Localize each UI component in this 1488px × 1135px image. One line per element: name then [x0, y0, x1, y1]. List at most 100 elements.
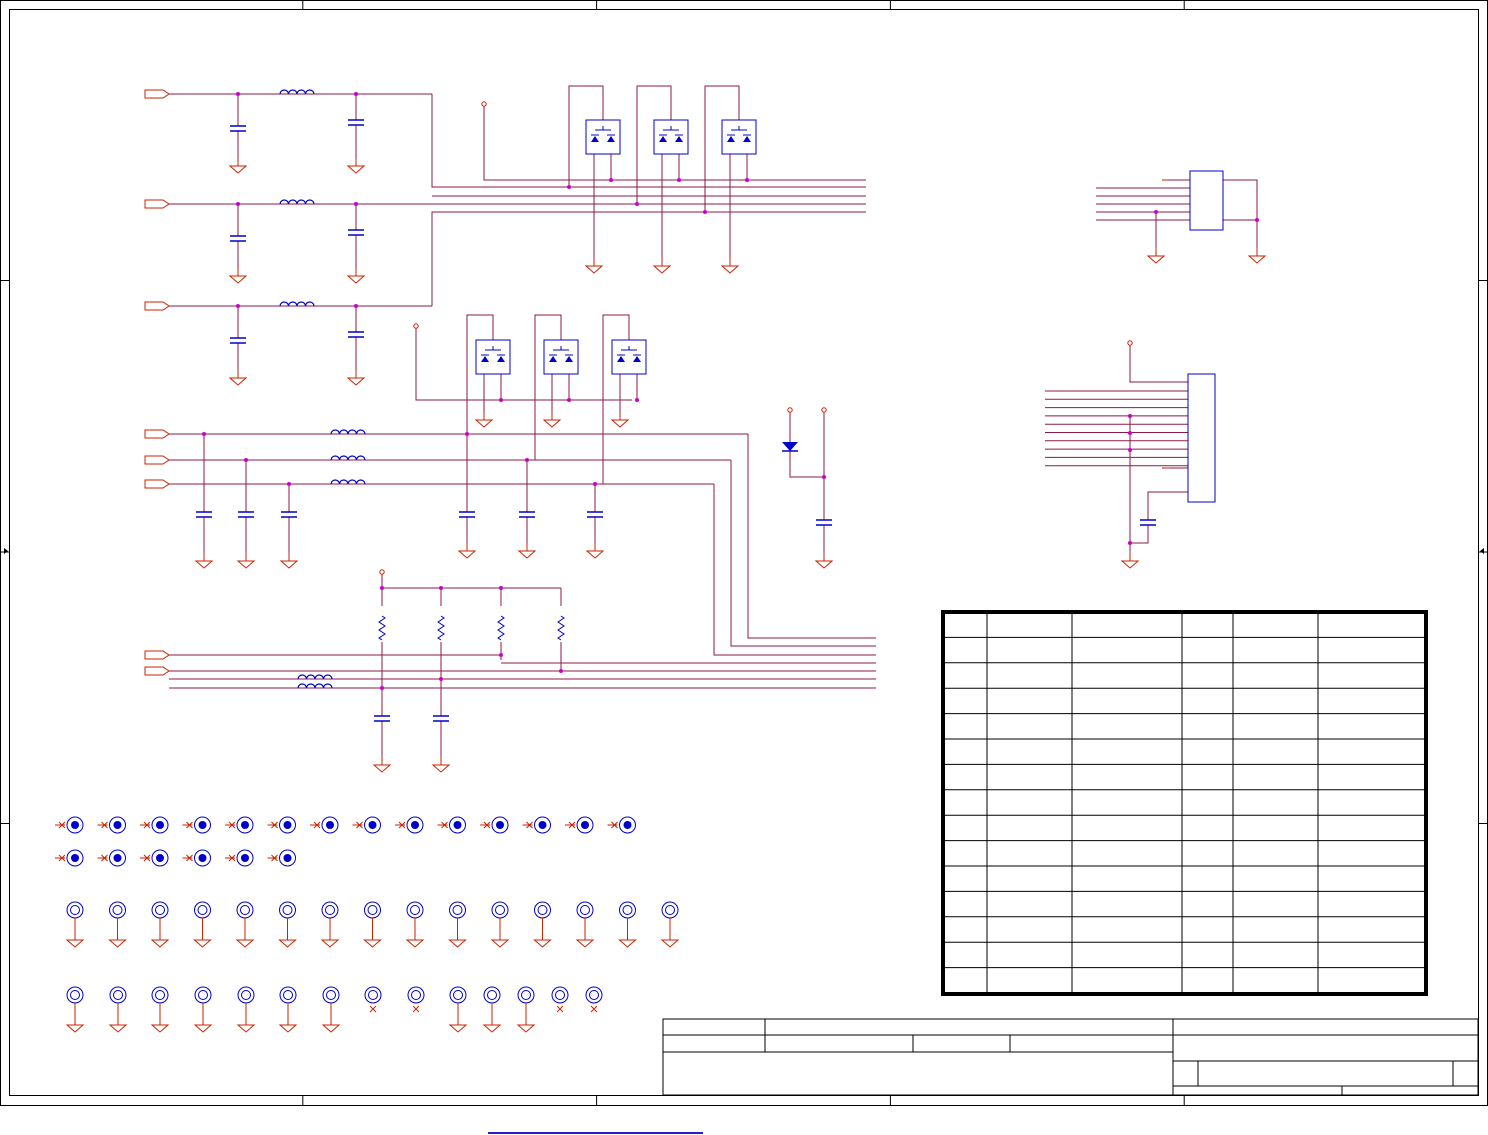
- mounting-hole-center: [496, 821, 504, 829]
- ground-triangle: [228, 275, 248, 284]
- fiducial-ring: [551, 986, 569, 1004]
- capacitor: [281, 511, 297, 518]
- ground-symbol: [618, 932, 637, 948]
- ground-triangle: [482, 1024, 502, 1033]
- junction-dot: [609, 178, 613, 182]
- wire: [415, 328, 632, 401]
- mounting-hole: [607, 816, 636, 834]
- junction-dot: [525, 458, 529, 462]
- mounting-hole-center: [581, 821, 589, 829]
- junction-dot: [236, 202, 240, 206]
- junction-dot: [439, 677, 443, 681]
- resistor-zigzag: [437, 615, 445, 641]
- diode-icon: [675, 136, 683, 142]
- mounting-hole: [97, 849, 126, 867]
- fiducial: [151, 986, 169, 1017]
- footer-link[interactable]: [488, 1132, 703, 1134]
- tvs-body: [585, 119, 621, 155]
- port-flag: [144, 479, 170, 489]
- tvs-body: [611, 339, 647, 375]
- resistor-zigzag: [497, 615, 505, 641]
- inductor-coil: [330, 429, 366, 435]
- fiducial: [483, 986, 501, 1017]
- junction-dot: [499, 398, 503, 402]
- fiducial-ring: [236, 901, 254, 919]
- ground-symbol: [108, 932, 127, 948]
- fiducial-ring: [364, 901, 381, 919]
- capacitor: [348, 119, 364, 126]
- ground-symbol: [236, 1017, 256, 1033]
- ground-triangle: [236, 560, 256, 569]
- fiducial-center: [367, 905, 378, 915]
- tvs-body: [475, 339, 511, 375]
- connector-large-body: [1187, 373, 1216, 503]
- junction-dot: [822, 475, 826, 479]
- ground-symbol: [363, 932, 382, 948]
- fiducial-center: [589, 990, 599, 1000]
- ground-symbol: [542, 412, 562, 428]
- junction-dot: [354, 92, 358, 96]
- port-flag: [144, 650, 170, 660]
- fiducial-ring: [321, 901, 339, 919]
- power-flag: [787, 407, 793, 413]
- ground-triangle: [405, 939, 425, 948]
- ground-symbol: [228, 268, 248, 284]
- mounting-hole: [182, 816, 211, 834]
- ground-triangle: [575, 939, 595, 948]
- mounting-hole-center: [411, 821, 419, 829]
- tvs-array: [475, 339, 511, 375]
- ground-symbol: [814, 553, 834, 569]
- fiducial-center: [453, 990, 463, 1000]
- ground-symbol: [490, 932, 510, 948]
- title-block: [662, 1018, 1479, 1096]
- fiducial-ring: [576, 901, 594, 919]
- port-flag: [144, 666, 170, 676]
- power-flag: [413, 323, 419, 329]
- ground-triangle: [320, 939, 340, 948]
- ground-triangle: [150, 939, 170, 948]
- mounting-hole-center: [368, 821, 377, 829]
- fiducial: [576, 901, 594, 932]
- mounting-hole: [225, 816, 254, 834]
- ground-triangle: [448, 939, 467, 948]
- port-flag: [144, 301, 170, 311]
- fiducial: [279, 986, 297, 1017]
- ground-symbol: [278, 932, 297, 948]
- tvs-array: [543, 339, 579, 375]
- wire: [534, 314, 562, 460]
- mounting-hole: [395, 816, 424, 834]
- junction-dot: [1128, 431, 1132, 435]
- fiducial-center: [325, 905, 335, 915]
- port-flag: [144, 89, 170, 99]
- mounting-hole: [310, 816, 339, 834]
- fiducial-center: [155, 905, 165, 915]
- capacitor: [196, 511, 212, 518]
- zone-arrow: [4, 548, 8, 554]
- capacitor: [587, 511, 603, 518]
- mounting-hole: [437, 816, 466, 834]
- ground-symbol: [575, 932, 595, 948]
- ground-symbol: [372, 757, 392, 773]
- ground-triangle: [278, 939, 297, 948]
- junction-dot: [236, 92, 240, 96]
- junction-dot: [354, 202, 358, 206]
- fiducial-center: [283, 990, 293, 1000]
- ground-symbol: [584, 258, 604, 274]
- junction-dot: [635, 398, 639, 402]
- mounting-hole-center: [241, 821, 249, 829]
- capacitor: [230, 125, 246, 132]
- fiducial-ring: [483, 986, 501, 1004]
- junction-dot: [567, 398, 571, 402]
- fiducial: [619, 901, 636, 932]
- junction-dot: [703, 210, 707, 214]
- ground-symbol: [346, 268, 366, 284]
- ground-symbol: [533, 932, 552, 948]
- ground-triangle: [108, 939, 127, 948]
- mounting-hole-center: [283, 854, 292, 862]
- mounting-hole-center: [156, 854, 164, 862]
- inductor-coil: [279, 301, 315, 307]
- fiducial-ring: [449, 986, 467, 1004]
- junction-dot: [439, 586, 443, 590]
- junction-dot: [559, 669, 563, 673]
- mounting-hole-center: [113, 821, 122, 829]
